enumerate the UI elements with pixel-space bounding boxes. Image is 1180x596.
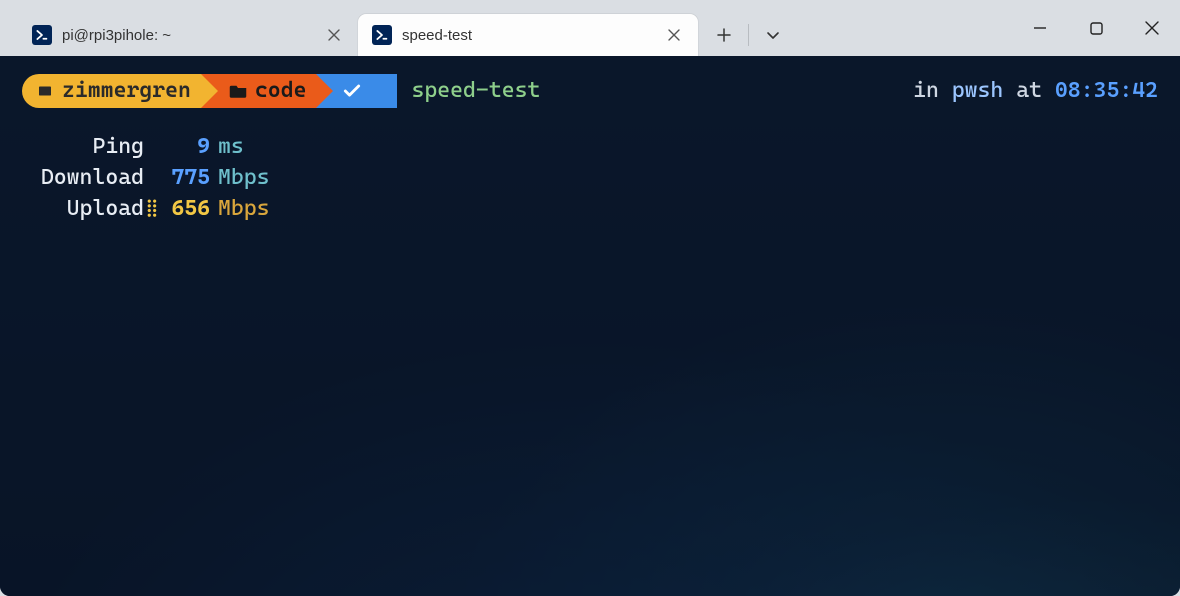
tab-dropdown-button[interactable] xyxy=(753,17,793,53)
result-unit: Mbps xyxy=(218,163,270,194)
powershell-icon xyxy=(32,25,52,45)
prompt-line: zimmergren code xyxy=(22,74,1158,108)
speedtest-results: Ping 9 ms Download 775 Mbps Upload ⣿ 656… xyxy=(28,132,1158,224)
tab-item[interactable]: pi@rpi3pihole: ~ xyxy=(18,14,358,56)
window-controls xyxy=(1012,0,1180,56)
result-value: 775 xyxy=(162,163,218,194)
close-tab-button[interactable] xyxy=(662,23,686,47)
tab-label: speed-test xyxy=(402,27,652,44)
close-window-button[interactable] xyxy=(1124,0,1180,56)
result-value: 656 xyxy=(162,194,218,225)
folder-icon xyxy=(229,83,247,99)
result-label: Upload xyxy=(28,194,162,225)
prompt-right: in pwsh at 08:35:42 xyxy=(913,76,1158,107)
terminal-pane[interactable]: zimmergren code xyxy=(0,56,1180,596)
result-unit: ms xyxy=(218,132,244,163)
result-label: Download xyxy=(28,163,162,194)
powershell-icon xyxy=(372,25,392,45)
tab-strip: pi@rpi3pihole: ~ speed-test xyxy=(18,0,698,56)
prompt-user: zimmergren xyxy=(62,76,191,107)
result-row-upload: Upload ⣿ 656 Mbps xyxy=(28,194,1158,225)
prompt-shell: pwsh xyxy=(952,78,1004,103)
prompt-command: speed-test xyxy=(411,76,540,107)
prompt-dir-segment: code xyxy=(201,74,334,108)
divider xyxy=(748,24,749,46)
result-value: 9 xyxy=(162,132,218,163)
prompt-in-word: in xyxy=(913,78,939,103)
spinner-icon: ⣿ xyxy=(144,194,158,225)
tab-label: pi@rpi3pihole: ~ xyxy=(62,27,312,44)
segment-arrow-icon xyxy=(380,74,397,108)
home-icon xyxy=(36,82,54,100)
check-icon xyxy=(342,81,362,101)
prompt-at-word: at xyxy=(1016,78,1042,103)
segment-arrow-icon xyxy=(201,74,218,108)
new-tab-button[interactable] xyxy=(704,17,744,53)
segment-arrow-icon xyxy=(316,74,333,108)
prompt-user-segment: zimmergren xyxy=(22,74,218,108)
tab-item[interactable]: speed-test xyxy=(358,14,698,56)
maximize-button[interactable] xyxy=(1068,0,1124,56)
result-row-download: Download 775 Mbps xyxy=(28,163,1158,194)
close-tab-button[interactable] xyxy=(322,23,346,47)
prompt-left: zimmergren code xyxy=(22,74,540,108)
window-root: pi@rpi3pihole: ~ speed-test xyxy=(0,0,1180,596)
prompt-time: 08:35:42 xyxy=(1055,78,1158,103)
terminal-content: zimmergren code xyxy=(0,56,1180,242)
result-unit: Mbps xyxy=(218,194,270,225)
titlebar: pi@rpi3pihole: ~ speed-test xyxy=(0,0,1180,56)
result-row-ping: Ping 9 ms xyxy=(28,132,1158,163)
minimize-button[interactable] xyxy=(1012,0,1068,56)
prompt-dir: code xyxy=(255,76,307,107)
result-label: Ping xyxy=(28,132,162,163)
tab-actions xyxy=(698,14,793,56)
